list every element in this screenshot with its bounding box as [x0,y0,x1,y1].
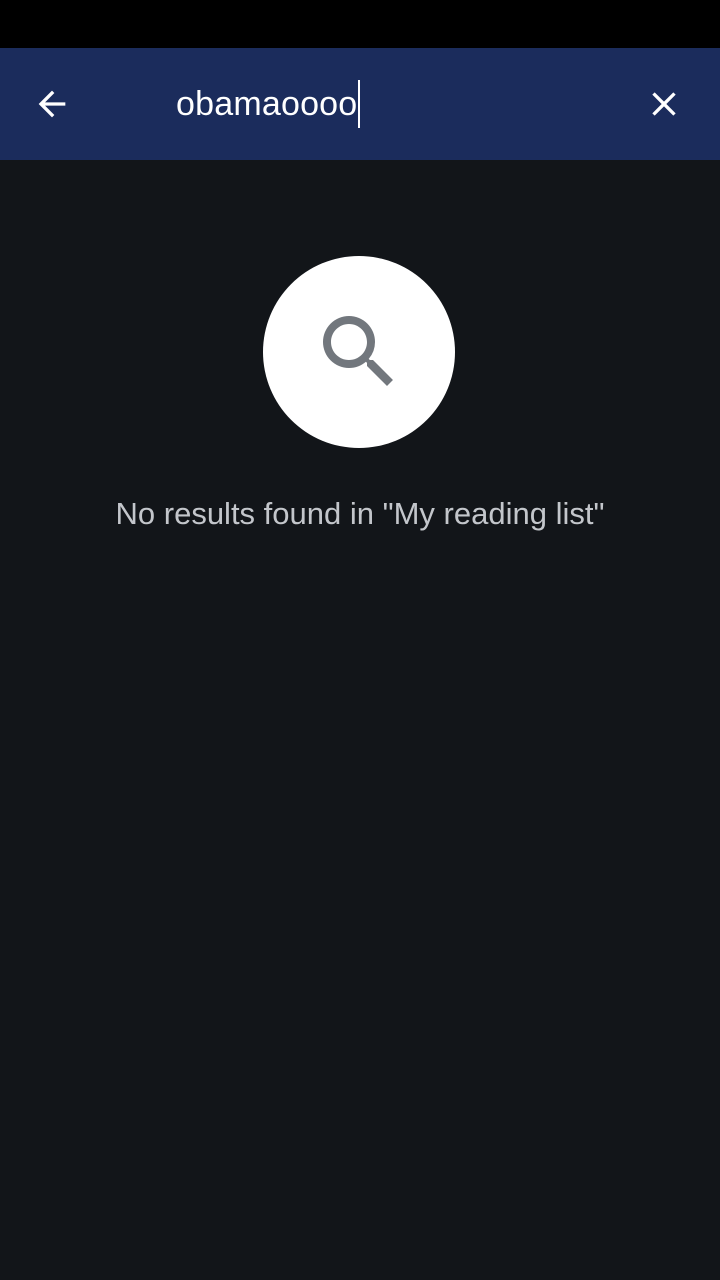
search-toolbar: obamaoooo [0,48,720,160]
arrow-left-icon [38,90,66,118]
close-icon [652,92,676,116]
clear-search-button[interactable] [632,72,696,136]
back-button[interactable] [20,72,84,136]
search-icon [323,316,393,386]
search-query-text[interactable]: obamaoooo [176,85,357,124]
search-input[interactable]: obamaoooo [176,72,616,136]
empty-state-illustration [263,256,455,448]
no-results-message: No results found in "My reading list" [115,496,605,531]
search-results-area: No results found in "My reading list" [0,160,720,1280]
text-cursor [358,80,361,128]
status-bar [0,0,720,48]
